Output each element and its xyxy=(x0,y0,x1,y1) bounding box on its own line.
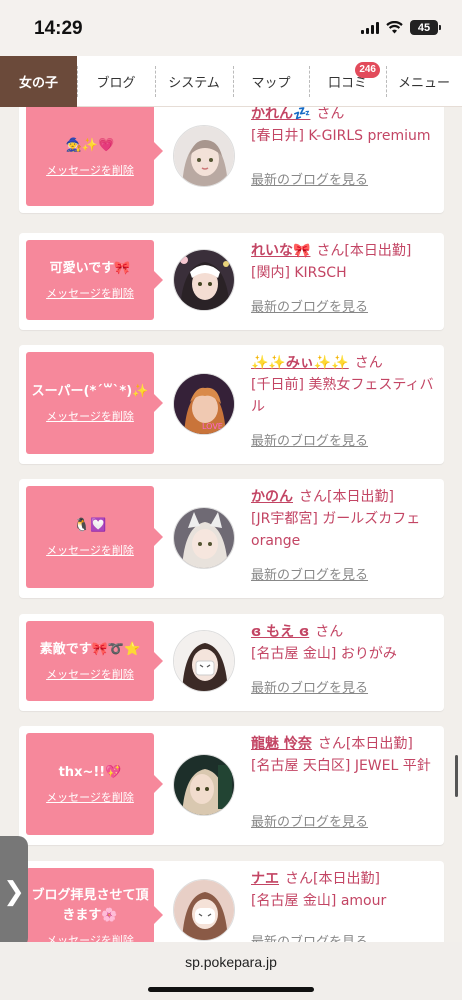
girl-name[interactable]: ✨✨みぃ✨✨ xyxy=(251,355,349,371)
delete-message-link[interactable]: メッセージを削除 xyxy=(46,408,134,424)
nav-blog[interactable]: ブログ xyxy=(77,56,155,107)
list-item: thx~!!💖 メッセージを削除 龍魅 怜奈 さん[本日出勤] [名古屋 天白区]… xyxy=(19,726,444,845)
nav-menu[interactable]: メニュー xyxy=(386,56,462,107)
latest-blog-link[interactable]: 最新のブログを見る xyxy=(251,298,368,318)
avatar[interactable]: LOVE xyxy=(173,373,235,435)
latest-blog-link[interactable]: 最新のブログを見る xyxy=(251,679,368,699)
message-bubble: スーパー(*´꒳`*)✨ メッセージを削除 xyxy=(26,352,163,454)
girl-info: かれん💤 さん [春日井] K-GIRLS premium xyxy=(251,107,437,147)
latest-blog-link[interactable]: 最新のブログを見る xyxy=(251,933,368,942)
list-item: 🧙✨💗 メッセージを削除 かれん💤 さん [春日井] K-GIRLS premiu… xyxy=(19,107,444,213)
list-item: 🐧💟 メッセージを削除 かのん さん[本日出勤] [JR宇都宮] ガールズカフェ … xyxy=(19,479,444,598)
girl-info: ✨✨みぃ✨✨ さん [千日前] 美熟女フェスティバル xyxy=(251,352,437,418)
browser-bottom-bar: sp.pokepara.jp xyxy=(0,942,462,1000)
girl-suffix: さん[本日出勤] xyxy=(299,489,394,505)
girl-suffix: さん xyxy=(315,624,344,640)
girl-name[interactable]: かれん💤 xyxy=(251,107,310,122)
delete-message-link[interactable]: メッセージを削除 xyxy=(46,932,134,943)
girl-info: ナエ さん[本日出勤] [名古屋 金山] amour xyxy=(251,868,437,912)
message-text: 🧙✨💗 xyxy=(65,137,115,153)
avatar[interactable] xyxy=(173,879,235,941)
delete-message-link[interactable]: メッセージを削除 xyxy=(46,666,134,682)
girl-name[interactable]: ナエ xyxy=(251,871,279,887)
nav-girls[interactable]: 女の子 xyxy=(0,56,77,107)
list-item: スーパー(*´꒳`*)✨ メッセージを削除 LOVE ✨✨みぃ✨✨ さん [千日前… xyxy=(19,345,444,464)
avatar[interactable] xyxy=(173,754,235,816)
shop-name[interactable]: [千日前] 美熟女フェスティバル xyxy=(251,374,437,418)
shop-name[interactable]: [JR宇都宮] ガールズカフェ orange xyxy=(251,508,437,552)
girl-name[interactable]: 龍魅 怜奈 xyxy=(251,736,312,752)
avatar[interactable] xyxy=(173,125,235,187)
message-text: スーパー(*´꒳`*)✨ xyxy=(31,384,149,399)
message-bubble: 🧙✨💗 メッセージを削除 xyxy=(26,107,163,206)
message-text: 🐧💟 xyxy=(73,518,107,533)
message-bubble: ブログ拝見させて頂きます🌸 メッセージを削除 xyxy=(26,868,163,943)
shop-name[interactable]: [春日井] K-GIRLS premium xyxy=(251,125,437,147)
girl-suffix: さん xyxy=(316,107,345,122)
latest-blog-link[interactable]: 最新のブログを見る xyxy=(251,171,368,191)
delete-message-link[interactable]: メッセージを削除 xyxy=(46,542,134,558)
message-bubble: thx~!!💖 メッセージを削除 xyxy=(26,733,163,835)
girl-name[interactable]: かのん xyxy=(251,489,293,505)
battery-level: 45 xyxy=(417,21,431,34)
wifi-icon xyxy=(386,21,403,34)
top-navigation: 女の子 ブログ システム マップ 口コミ 246 メニュー xyxy=(0,56,462,107)
girl-info: かのん さん[本日出勤] [JR宇都宮] ガールズカフェ orange xyxy=(251,486,437,552)
message-list: 🧙✨💗 メッセージを削除 かれん💤 さん [春日井] K-GIRLS premiu… xyxy=(0,107,462,942)
list-item: 素敵です🎀➰⭐ メッセージを削除 ɞ もえ ɞ さん [名古屋 金山] おりがみ … xyxy=(19,614,444,711)
reviews-count-badge: 246 xyxy=(355,62,380,78)
nav-system[interactable]: システム xyxy=(155,56,233,107)
status-icons: 45 xyxy=(361,20,441,35)
message-bubble: 素敵です🎀➰⭐ メッセージを削除 xyxy=(26,621,163,701)
shop-name[interactable]: [名古屋 天白区] JEWEL 平針 xyxy=(251,755,437,777)
latest-blog-link[interactable]: 最新のブログを見る xyxy=(251,813,368,833)
shop-name[interactable]: [関内] KIRSCH xyxy=(251,262,437,284)
delete-message-link[interactable]: メッセージを削除 xyxy=(46,162,134,178)
nav-reviews[interactable]: 口コミ 246 xyxy=(309,56,386,107)
status-time: 14:29 xyxy=(34,18,83,39)
girl-info: 龍魅 怜奈 さん[本日出勤] [名古屋 天白区] JEWEL 平針 xyxy=(251,733,437,777)
cellular-signal-icon xyxy=(361,21,379,34)
shop-name[interactable]: [名古屋 金山] おりがみ xyxy=(251,643,437,665)
message-bubble: 可愛いです🎀 メッセージを削除 xyxy=(26,240,163,320)
nav-girls-label: 女の子 xyxy=(18,76,58,91)
nav-menu-label: メニュー xyxy=(397,76,450,91)
scrollbar[interactable] xyxy=(455,755,458,797)
girl-info: れいな🎀 さん[本日出勤] [関内] KIRSCH xyxy=(251,240,437,284)
list-item: 可愛いです🎀 メッセージを削除 れいな🎀 さん[本日出勤] [関内] KIRSCH… xyxy=(19,233,444,330)
girl-name[interactable]: れいな🎀 xyxy=(251,243,310,259)
avatar[interactable] xyxy=(173,630,235,692)
battery-icon: 45 xyxy=(410,20,441,35)
list-item: ブログ拝見させて頂きます🌸 メッセージを削除 ナエ さん[本日出勤] [名古屋 金… xyxy=(19,861,444,942)
status-bar: 14:29 45 xyxy=(0,0,462,56)
delete-message-link[interactable]: メッセージを削除 xyxy=(46,789,134,805)
delete-message-link[interactable]: メッセージを削除 xyxy=(46,285,134,301)
chevron-right-icon: ❯ xyxy=(3,877,25,907)
latest-blog-link[interactable]: 最新のブログを見る xyxy=(251,566,368,586)
message-text: 素敵です🎀➰⭐ xyxy=(39,642,141,657)
avatar[interactable] xyxy=(173,507,235,569)
side-drawer-tab[interactable]: ❯ xyxy=(0,836,28,948)
message-text: thx~!!💖 xyxy=(58,765,122,780)
girl-suffix: さん xyxy=(354,355,383,371)
url-address[interactable]: sp.pokepara.jp xyxy=(0,942,462,970)
girl-suffix: さん[本日出勤] xyxy=(317,736,413,752)
avatar[interactable] xyxy=(173,249,235,311)
nav-map[interactable]: マップ xyxy=(233,56,309,107)
girl-name[interactable]: ɞ もえ ɞ xyxy=(251,624,309,640)
home-indicator[interactable] xyxy=(148,987,314,992)
svg-text:LOVE: LOVE xyxy=(202,422,223,431)
girl-suffix: さん[本日出勤] xyxy=(285,871,380,887)
shop-name[interactable]: [名古屋 金山] amour xyxy=(251,890,437,912)
girl-info: ɞ もえ ɞ さん [名古屋 金山] おりがみ xyxy=(251,621,437,665)
girl-suffix: さん[本日出勤] xyxy=(316,243,412,259)
message-bubble: 🐧💟 メッセージを削除 xyxy=(26,486,163,588)
message-text: ブログ拝見させて頂きます🌸 xyxy=(31,887,149,923)
nav-map-label: マップ xyxy=(251,76,291,91)
latest-blog-link[interactable]: 最新のブログを見る xyxy=(251,432,368,452)
message-text: 可愛いです🎀 xyxy=(49,261,131,276)
nav-system-label: システム xyxy=(168,76,220,91)
nav-blog-label: ブログ xyxy=(96,76,136,91)
